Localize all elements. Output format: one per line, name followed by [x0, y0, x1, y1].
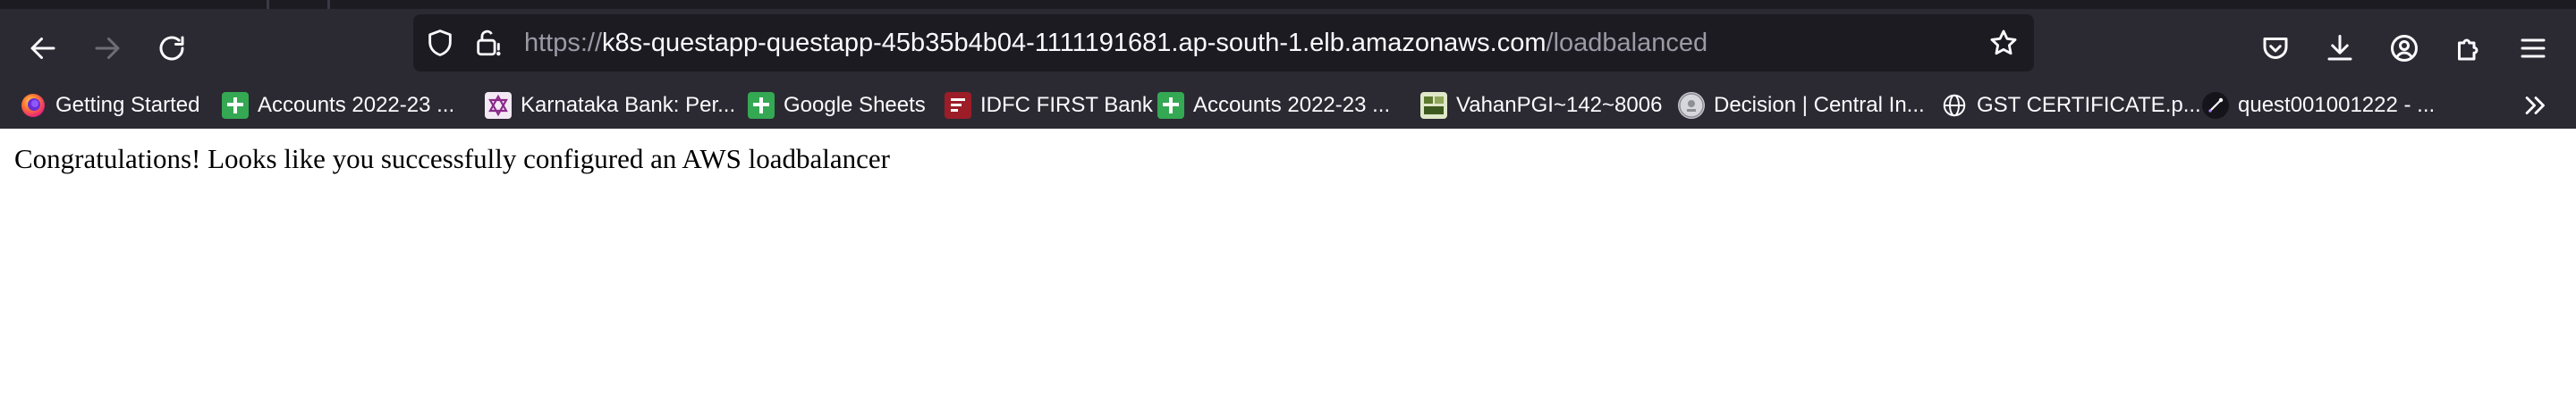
url-text[interactable]: https://k8s-questapp-questapp-45b35b4b04… [524, 14, 1707, 71]
google-sheets-icon [222, 92, 249, 119]
bookmark-item[interactable]: Google Sheets [748, 82, 926, 129]
shield-icon [428, 29, 452, 56]
bookmark-label: GST CERTIFICATE.p... [1977, 93, 2201, 117]
url-scheme: https:// [524, 29, 603, 57]
tab-separator [267, 0, 269, 9]
app-menu-button[interactable] [2504, 20, 2562, 77]
bookmark-item[interactable]: IDFC FIRST Bank [945, 82, 1153, 129]
quest-icon [2202, 92, 2229, 119]
downloads-button[interactable] [2311, 20, 2368, 77]
bookmarks-overflow-button[interactable] [2521, 82, 2551, 129]
bookmark-item[interactable]: VahanPGI~142~8006 [1420, 82, 1662, 129]
star-icon [1990, 29, 2017, 55]
chevron-double-right-icon [2525, 96, 2545, 114]
bookmark-item[interactable]: quest001001222 - ... [2202, 82, 2435, 129]
browser-chrome: https://k8s-questapp-questapp-45b35b4b04… [0, 0, 2576, 129]
idfc-icon [945, 92, 971, 119]
bookmark-item[interactable]: Accounts 2022-23 ... [222, 82, 454, 129]
bookmark-label: VahanPGI~142~8006 [1456, 93, 1663, 117]
back-arrow-icon [30, 38, 55, 59]
menu-icon [2521, 38, 2546, 58]
firefox-icon [20, 92, 47, 119]
google-sheets-icon [748, 92, 775, 119]
tab-strip [0, 0, 2576, 9]
download-icon [2327, 35, 2352, 61]
bookmark-label: quest001001222 - ... [2238, 93, 2436, 117]
insecure-lock-icon [477, 29, 501, 56]
bookmark-item[interactable]: Karnataka Bank: Per... [485, 82, 735, 129]
extensions-icon [2458, 38, 2479, 61]
url-host: k8s-questapp-questapp-45b35b4b04-1111191… [602, 29, 1546, 57]
extensions-button[interactable] [2440, 20, 2497, 77]
url-path: /loadbalanced [1546, 29, 1708, 57]
bookmark-item[interactable]: GST CERTIFICATE.p... [1941, 82, 2201, 129]
karnataka-bank-icon [485, 92, 512, 119]
bookmark-star-button[interactable] [1987, 27, 2020, 59]
pocket-icon [2263, 38, 2288, 59]
emblem-icon [1678, 92, 1705, 119]
reload-button[interactable] [143, 20, 200, 77]
site-info-button[interactable] [472, 27, 504, 59]
vahan-icon [1420, 92, 1447, 119]
account-icon [2391, 35, 2418, 62]
bookmark-label: Karnataka Bank: Per... [521, 93, 736, 117]
forward-button[interactable] [79, 20, 136, 77]
tracking-protection-button[interactable] [424, 27, 456, 59]
bookmark-label: Accounts 2022-23 ... [1193, 93, 1391, 117]
tab-separator [327, 0, 330, 9]
page-message: Congratulations! Looks like you successf… [14, 143, 890, 174]
bookmark-label: Google Sheets [784, 93, 926, 117]
reload-icon [159, 36, 184, 61]
google-sheets-icon [1157, 92, 1184, 119]
bookmark-item[interactable]: Getting Started [20, 82, 199, 129]
bookmark-label: IDFC FIRST Bank [980, 93, 1153, 117]
globe-icon [1941, 92, 1968, 119]
pocket-button[interactable] [2247, 20, 2304, 77]
back-button[interactable] [14, 20, 72, 77]
bookmark-item[interactable]: Decision | Central In... [1678, 82, 1925, 129]
forward-arrow-icon [95, 38, 120, 59]
bookmark-label: Accounts 2022-23 ... [258, 93, 455, 117]
bookmark-item[interactable]: Accounts 2022-23 ... [1157, 82, 1390, 129]
url-bar[interactable]: https://k8s-questapp-questapp-45b35b4b04… [413, 14, 2034, 71]
bookmark-label: Getting Started [55, 93, 200, 117]
bookmarks-toolbar: Getting Started Accounts 2022-23 ... Kar… [0, 82, 2576, 129]
account-button[interactable] [2376, 20, 2433, 77]
bookmark-label: Decision | Central In... [1714, 93, 1925, 117]
